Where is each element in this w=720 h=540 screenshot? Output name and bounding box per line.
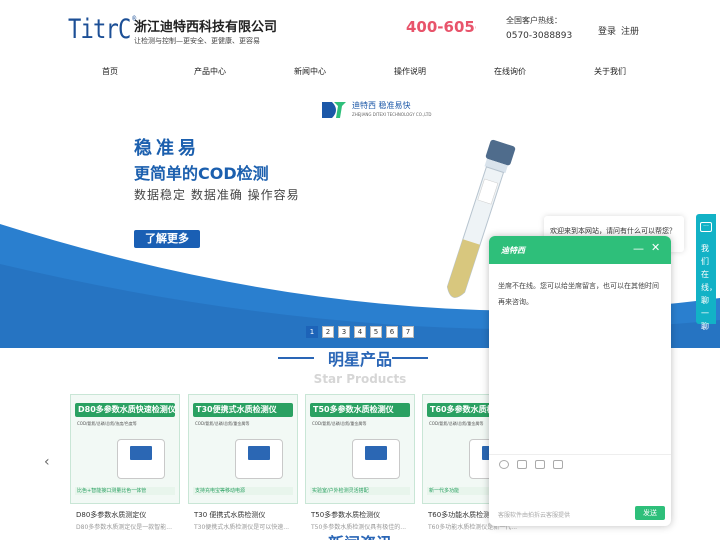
product-title[interactable]: T50多参数水质检测仪 xyxy=(311,510,415,520)
product-image-footer: 支持充电宝等移动电源 xyxy=(193,487,293,495)
phone-number-big: 400-605- xyxy=(406,18,476,36)
hotline-number: 0570-3088893 xyxy=(506,31,573,41)
screenshot-icon[interactable] xyxy=(553,460,563,469)
product-image: D80多参数水质快速检测仪 COD/氨氮/总磷/总氮/浊度/色度等 比色+智能接… xyxy=(70,394,180,504)
device-image xyxy=(352,439,400,479)
brand-english-name: ZHEJIANG DITEXI TECHNOLOGY CO.,LTD xyxy=(352,112,432,117)
page: TitrC ® 浙江迪特西科技有限公司 让检测与控制—更安全、更健康、更容易 40… xyxy=(0,0,720,540)
product-image-tags: COD/氨氮/总磷/总氮/重金属等 xyxy=(429,421,484,426)
nav-item-products[interactable]: 产品中心 xyxy=(194,66,226,77)
product-image: T50多参数水质检测仪 COD/氨氮/总磷/总氮/重金属等 实验室/户外检测灵活… xyxy=(305,394,415,504)
product-card[interactable]: T50多参数水质检测仪 COD/氨氮/总磷/总氮/重金属等 实验室/户外检测灵活… xyxy=(305,394,415,534)
nav-item-instructions[interactable]: 操作说明 xyxy=(394,66,426,77)
online-chat-tab-label: 我们在线，聊一聊 xyxy=(701,244,717,331)
device-image xyxy=(117,439,165,479)
site-logo[interactable]: TitrC ® xyxy=(68,14,136,45)
image-icon[interactable] xyxy=(517,460,527,469)
slider-dot-2[interactable]: 2 xyxy=(322,326,334,338)
nav-item-about[interactable]: 关于我们 xyxy=(594,66,626,77)
slider-dot-5[interactable]: 5 xyxy=(370,326,382,338)
carousel-prev-arrow-icon[interactable]: ‹ xyxy=(44,454,50,470)
chat-footer-hint: 客服软件由拍拆云客服提供 xyxy=(498,512,571,519)
product-image-tags: COD/氨氮/总磷/总氮/重金属等 xyxy=(312,421,367,426)
slider-dot-3[interactable]: 3 xyxy=(338,326,350,338)
chat-logo: 迪特西 xyxy=(501,246,525,255)
product-image-footer: 比色+智能接口测量比色一体管 xyxy=(75,487,175,495)
slider-dot-6[interactable]: 6 xyxy=(386,326,398,338)
product-title[interactable]: T30 便携式水质检测仪 xyxy=(194,510,298,520)
send-button[interactable]: 发送 xyxy=(635,506,665,520)
hotline-label: 全国客户热线： xyxy=(506,16,562,25)
product-title[interactable]: D80多参数水质测定仪 xyxy=(76,510,180,520)
company-slogan: 让检测与控制—更安全、更健康、更容易 xyxy=(134,37,260,45)
nav-item-home[interactable]: 首页 xyxy=(102,66,118,77)
online-chat-tab[interactable]: ··· 我们在线，聊一聊 xyxy=(696,214,717,331)
product-image: T30便携式水质检测仪 COD/氨氮/总磷/总氮/重金属等 支持充电宝等移动电源 xyxy=(188,394,298,504)
chat-icon: ··· xyxy=(700,222,712,232)
nav-item-inquiry[interactable]: 在线询价 xyxy=(494,66,526,77)
section-title-line-right xyxy=(392,357,428,359)
learn-more-button[interactable]: 了解更多 xyxy=(134,230,200,248)
banner-headline: 稳准易 xyxy=(134,138,200,159)
banner-subheadline: 更简单的COD检测 xyxy=(134,164,269,183)
chat-header: 迪特西 — ✕ xyxy=(489,236,671,264)
device-image xyxy=(235,439,283,479)
news-section-title: 新闻资讯 xyxy=(0,530,720,540)
close-icon[interactable]: ✕ xyxy=(651,241,660,254)
product-image-heading: T30便携式水质检测仪 xyxy=(193,403,293,417)
company-name: 浙江迪特西科技有限公司 xyxy=(134,20,278,35)
product-image-heading: D80多参数水质快速检测仪 xyxy=(75,403,175,417)
slider-dot-7[interactable]: 7 xyxy=(402,326,414,338)
product-card[interactable]: T30便携式水质检测仪 COD/氨氮/总磷/总氮/重金属等 支持充电宝等移动电源… xyxy=(188,394,298,534)
product-image-tags: COD/氨氮/总磷/总氮/重金属等 xyxy=(195,421,250,426)
product-image-heading: T50多参数水质检测仪 xyxy=(310,403,410,417)
banner-features: 数据稳定 数据准确 操作容易 xyxy=(134,188,300,202)
product-image-footer: 实验室/户外检测灵活搭配 xyxy=(310,487,410,495)
product-card[interactable]: D80多参数水质快速检测仪 COD/氨氮/总磷/总氮/浊度/色度等 比色+智能接… xyxy=(70,394,180,534)
nav-item-news[interactable]: 新闻中心 xyxy=(294,66,326,77)
register-link[interactable]: 注册 xyxy=(621,24,639,37)
chat-divider xyxy=(489,454,671,455)
chat-message: 坐席不在线。您可以给坐席留言，也可以在其他时间再来咨询。 xyxy=(498,282,659,306)
minimize-icon[interactable]: — xyxy=(633,242,644,255)
brand-tagline: 迪特西 稳准易快 xyxy=(352,101,411,110)
main-nav: 首页 产品中心 新闻中心 操作说明 在线询价 关于我们 xyxy=(0,60,720,82)
folder-icon[interactable] xyxy=(535,460,545,469)
brand-logo-icon xyxy=(322,102,346,118)
product-image-tags: COD/氨氮/总磷/总氮/浊度/色度等 xyxy=(77,421,137,426)
slider-dot-1[interactable]: 1 xyxy=(306,326,318,338)
slider-dot-4[interactable]: 4 xyxy=(354,326,366,338)
emoji-icon[interactable] xyxy=(499,460,509,469)
site-header: TitrC ® 浙江迪特西科技有限公司 让检测与控制—更安全、更健康、更容易 40… xyxy=(0,0,720,58)
login-link[interactable]: 登录 xyxy=(598,24,616,37)
chat-window[interactable]: 迪特西 — ✕ 坐席不在线。您可以给坐席留言，也可以在其他时间再来咨询。 客服软… xyxy=(489,236,671,526)
